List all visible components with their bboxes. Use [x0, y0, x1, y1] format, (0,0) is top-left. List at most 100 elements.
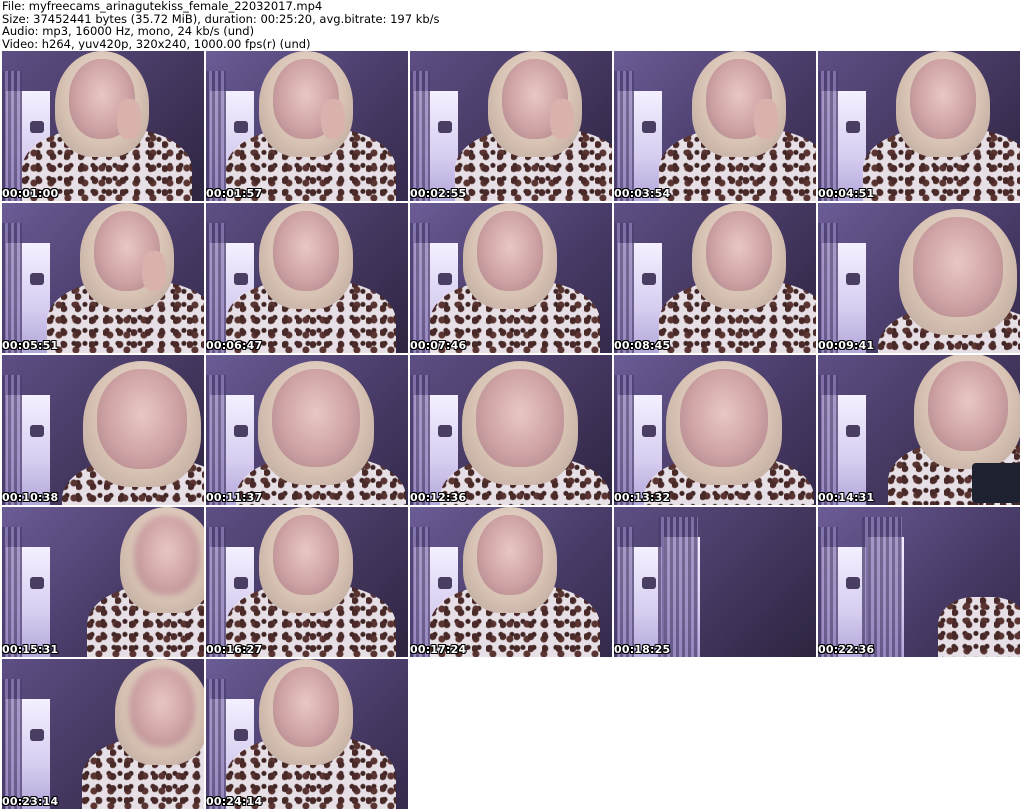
- thumbnail-timestamp: 00:06:47: [206, 339, 263, 352]
- face: [97, 369, 187, 469]
- wall-lamp: [30, 273, 44, 285]
- file-info-header: File: myfreecams_arinagutekiss_female_22…: [2, 0, 1022, 50]
- video-thumbnail: 00:12:36: [410, 355, 612, 505]
- thumbnail-timestamp: 00:08:45: [614, 339, 671, 352]
- phone: [972, 463, 1020, 503]
- curtain: [2, 375, 22, 505]
- hand: [550, 99, 574, 139]
- wall-lamp: [30, 729, 44, 741]
- face: [273, 667, 339, 747]
- wall-lamp: [234, 577, 248, 589]
- wall-lamp: [30, 425, 44, 437]
- thumbnail-timestamp: 00:04:51: [818, 187, 875, 200]
- face: [910, 59, 976, 139]
- curtain: [614, 223, 634, 353]
- curtain: [410, 375, 430, 505]
- thumbnail-timestamp: 00:01:00: [2, 187, 59, 200]
- curtain: [818, 527, 838, 657]
- curtain: [2, 223, 22, 353]
- thumbnail-grid: 00:01:00 00:01:57 00:02:55 00:03:54 00:04:51…: [2, 51, 1024, 811]
- face: [477, 515, 543, 595]
- thumbnail-timestamp: 00:02:55: [410, 187, 467, 200]
- video-thumbnail: 00:11:37: [206, 355, 408, 505]
- hand: [754, 99, 778, 139]
- thumbnail-timestamp: 00:16:27: [206, 643, 263, 656]
- face: [134, 515, 200, 595]
- wall-lamp: [438, 577, 452, 589]
- thumbnail-timestamp: 00:24:14: [206, 795, 263, 808]
- wall-lamp: [30, 121, 44, 133]
- video-thumbnail: 00:15:31: [2, 507, 204, 657]
- curtain: [614, 375, 634, 505]
- video-thumbnail: 00:13:32: [614, 355, 816, 505]
- face: [928, 361, 1008, 451]
- wall-lamp: [846, 121, 860, 133]
- video-thumbnail: 00:07:46: [410, 203, 612, 353]
- face: [272, 369, 360, 467]
- video-thumbnail: 00:01:57: [206, 51, 408, 201]
- curtain: [206, 375, 226, 505]
- video-thumbnail: 00:14:31: [818, 355, 1020, 505]
- face: [913, 217, 1003, 317]
- wall-lamp: [642, 577, 656, 589]
- curtain: [818, 375, 838, 505]
- curtain: [410, 71, 430, 201]
- wall-lamp: [234, 121, 248, 133]
- wall-lamp: [438, 273, 452, 285]
- curtain: [206, 71, 226, 201]
- face: [706, 211, 772, 291]
- curtain: [2, 679, 22, 809]
- thumbnail-timestamp: 00:05:51: [2, 339, 59, 352]
- thumbnail-timestamp: 00:09:41: [818, 339, 875, 352]
- wall-lamp: [438, 425, 452, 437]
- video-thumbnail: 00:02:55: [410, 51, 612, 201]
- curtain: [206, 223, 226, 353]
- thumbnail-timestamp: 00:13:32: [614, 491, 671, 504]
- face: [477, 211, 543, 291]
- thumbnail-timestamp: 00:14:31: [818, 491, 875, 504]
- video-thumbnail: 00:04:51: [818, 51, 1020, 201]
- curtain: [410, 223, 430, 353]
- face: [273, 515, 339, 595]
- wall-lamp: [438, 121, 452, 133]
- thumbnail-timestamp: 00:23:14: [2, 795, 59, 808]
- video-thumbnail: 00:01:00: [2, 51, 204, 201]
- file-name-line: File: myfreecams_arinagutekiss_female_22…: [2, 0, 323, 13]
- robe-pattern: [938, 597, 1020, 657]
- wall-lamp: [846, 425, 860, 437]
- wall-lamp: [642, 121, 656, 133]
- wall-lamp: [846, 577, 860, 589]
- wall-lamp: [846, 273, 860, 285]
- curtain: [206, 679, 226, 809]
- thumbnail-timestamp: 00:12:36: [410, 491, 467, 504]
- wall-lamp: [642, 273, 656, 285]
- curtain: [614, 527, 634, 657]
- face: [129, 667, 195, 747]
- hand: [142, 251, 166, 291]
- audio-info-line: Audio: mp3, 16000 Hz, mono, 24 kb/s (und…: [2, 24, 255, 38]
- wall-lamp: [234, 729, 248, 741]
- curtain: [818, 223, 838, 353]
- wall-lamp: [642, 425, 656, 437]
- thumbnail-timestamp: 00:17:24: [410, 643, 467, 656]
- video-thumbnail: 00:23:14: [2, 659, 204, 809]
- curtain: [410, 527, 430, 657]
- video-thumbnail: 00:08:45: [614, 203, 816, 353]
- video-thumbnail: 00:05:51: [2, 203, 204, 353]
- video-thumbnail: 00:24:14: [206, 659, 408, 809]
- video-thumbnail: 00:10:38: [2, 355, 204, 505]
- face: [680, 369, 768, 467]
- video-thumbnail: 00:09:41: [818, 203, 1020, 353]
- curtain: [862, 517, 902, 657]
- thumbnail-timestamp: 00:15:31: [2, 643, 59, 656]
- curtain: [658, 517, 698, 657]
- video-thumbnail: 00:17:24: [410, 507, 612, 657]
- thumbnail-timestamp: 00:11:37: [206, 491, 263, 504]
- hand: [321, 99, 345, 139]
- thumbnail-timestamp: 00:18:25: [614, 643, 671, 656]
- curtain: [818, 71, 838, 201]
- video-thumbnail: 00:22:36: [818, 507, 1020, 657]
- thumbnail-timestamp: 00:22:36: [818, 643, 875, 656]
- curtain: [614, 71, 634, 201]
- curtain: [2, 71, 22, 201]
